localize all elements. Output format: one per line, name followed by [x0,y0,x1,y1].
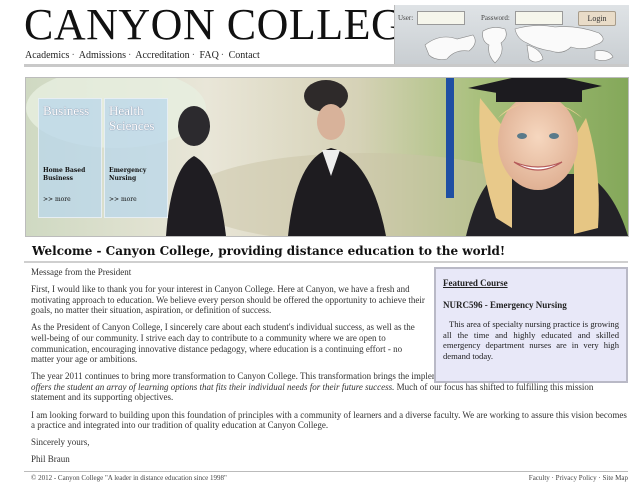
nav-admissions[interactable]: Admissions [79,50,126,61]
message-paragraph: As the President of Canyon College, I si… [31,322,415,365]
nav-accreditation[interactable]: Accreditation [135,50,189,61]
header-divider [24,64,628,67]
nav-separator: · [71,50,75,61]
message-paragraph: I am looking forward to building upon th… [31,409,627,431]
footer: © 2012 - Canyon College "A leader in dis… [31,474,628,482]
message-closing: Sincerely yours, [31,437,90,448]
message-paragraph: First, I would like to thank you for you… [31,284,425,316]
health-sciences-card[interactable]: Health Sciences Emergency Nursing >> mor… [104,98,168,218]
featured-course-title: NURC596 - Emergency Nursing [443,300,567,310]
health-sciences-more-link[interactable]: >> more [109,196,137,203]
top-navigation: Academics · Admissions · Accreditation · FA… [25,50,260,61]
health-sciences-card-subtitle: Emergency Nursing [109,167,147,182]
nav-separator: · [127,50,132,61]
footer-link-sitemap[interactable]: Site Map [603,474,628,482]
login-panel: User: Password: Login [394,5,629,67]
hero-banner: Business Home Based Business >> more Hea… [25,77,629,237]
password-label: Password: [481,14,510,22]
featured-course-box: Featured Course NURC596 - Emergency Nurs… [434,267,628,383]
welcome-heading: Welcome - Canyon College, providing dist… [32,244,506,258]
footer-link-faculty[interactable]: Faculty [529,474,550,482]
business-card[interactable]: Business Home Based Business >> more [38,98,102,218]
user-input[interactable] [417,11,465,25]
nav-faq[interactable]: FAQ [200,50,219,61]
footer-divider [24,471,628,472]
welcome-divider [24,261,628,263]
footer-copyright: © 2012 - Canyon College "A leader in dis… [31,474,227,482]
nav-contact[interactable]: Contact [229,50,260,61]
featured-course-description: This area of specialty nursing practice … [443,319,619,361]
business-card-title: Business [43,103,90,118]
nav-separator: · [191,50,196,61]
footer-links: Faculty · Privacy Policy · Site Map [528,474,628,482]
featured-course-heading[interactable]: Featured Course [443,278,508,288]
site-logo[interactable]: CANYON COLLEGE [24,2,431,48]
business-card-subtitle: Home Based Business [43,167,86,182]
page: CANYON COLLEGE Academics · Admissions · Ac… [24,0,629,482]
password-input[interactable] [515,11,563,25]
health-sciences-card-title: Health Sciences [109,103,155,133]
nav-academics[interactable]: Academics [25,50,69,61]
footer-link-privacy[interactable]: Privacy Policy [556,474,597,482]
login-button[interactable]: Login [578,11,616,26]
nav-separator: · [220,50,225,61]
user-label: User: [398,14,414,22]
message-signature: Phil Braun [31,454,70,465]
business-more-link[interactable]: >> more [43,196,71,203]
